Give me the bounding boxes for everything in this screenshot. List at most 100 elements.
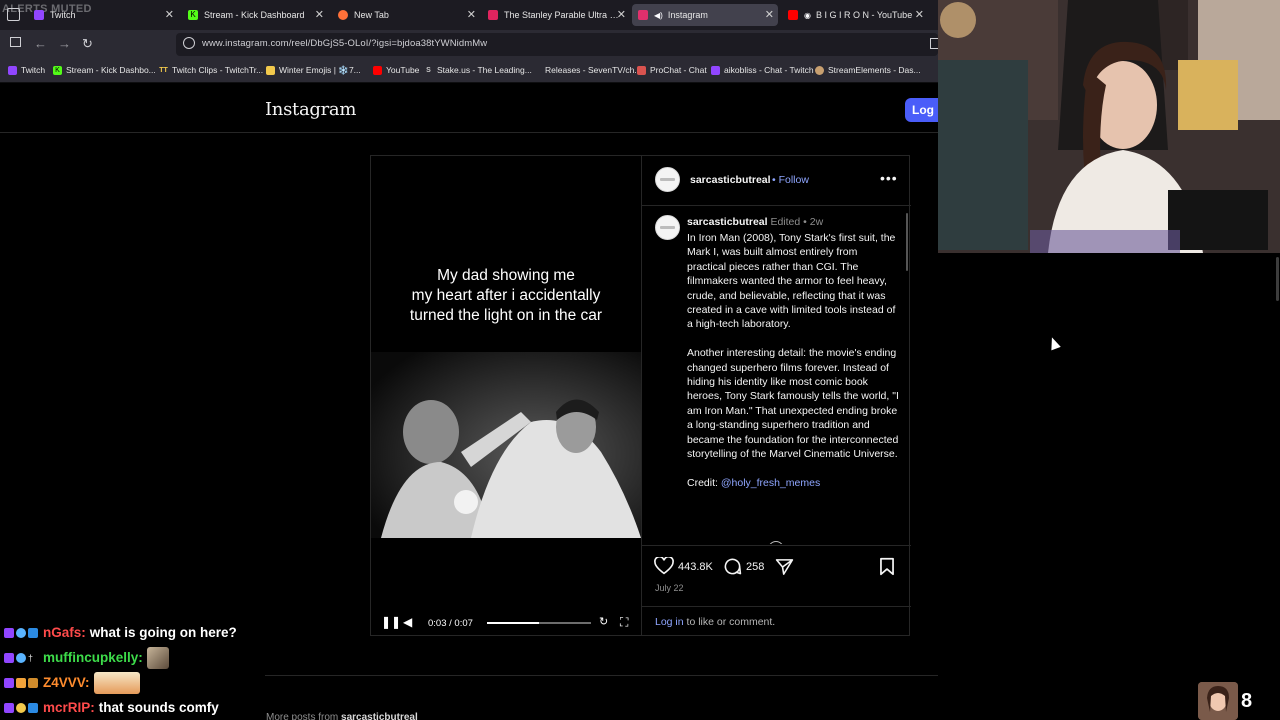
caption-avatar[interactable]	[655, 215, 680, 240]
divider	[642, 606, 911, 607]
author-username[interactable]: sarcasticbutreal	[690, 174, 771, 186]
tab-twitch[interactable]: Twitch ✕	[28, 4, 178, 26]
back-arrow-icon[interactable]: ←	[34, 36, 47, 51]
bookmark-aikobliss-chat[interactable]: aikobliss - Chat - Twitch	[711, 65, 814, 75]
video-progress-fill	[487, 622, 539, 624]
tab-list-icon[interactable]	[7, 8, 20, 21]
tab-instagram[interactable]: ◀) Instagram ✕	[632, 4, 778, 26]
speaker-icon[interactable]: ◀)	[654, 11, 663, 20]
webcam-feed	[938, 0, 1280, 253]
bits-badge-icon	[16, 702, 26, 713]
bookmark-label: Releases - SevenTV/ch...	[545, 65, 642, 75]
extensions-icon[interactable]	[930, 38, 938, 49]
video-frame-image	[371, 352, 641, 538]
instagram-header: Instagram Log	[0, 84, 945, 133]
emote-image	[93, 671, 140, 694]
twitch-icon	[711, 65, 720, 75]
author-avatar[interactable]	[655, 167, 680, 192]
replay-icon[interactable]: ↻	[599, 615, 608, 628]
webcam-image	[938, 0, 1280, 253]
tab-youtube-big-iron[interactable]: ◉ B I G I R O N - YouTube ✕	[782, 4, 928, 26]
bookmark-icon[interactable]	[879, 557, 895, 576]
forward-arrow-icon[interactable]: →	[58, 36, 71, 51]
post-date: July 22	[655, 583, 684, 593]
reel-video[interactable]: My dad showing me my heart after i accid…	[371, 156, 641, 635]
close-icon[interactable]: ✕	[165, 8, 174, 21]
tab-kick-dashboard[interactable]: K Stream - Kick Dashboard ✕	[182, 4, 328, 26]
login-link[interactable]: Log in	[655, 616, 684, 628]
close-icon[interactable]: ✕	[915, 8, 924, 21]
more-posts-username[interactable]: sarcasticbutreal	[341, 712, 418, 720]
youtube-favicon-icon	[488, 10, 498, 20]
playing-icon[interactable]: ◉	[804, 11, 811, 20]
close-icon[interactable]: ✕	[617, 8, 626, 21]
loading-icon	[768, 541, 784, 544]
prochat-icon	[637, 65, 646, 75]
bookmark-stake[interactable]: S Stake.us - The Leading...	[424, 65, 532, 75]
follow-button[interactable]: • Follow	[772, 174, 809, 186]
bookmark-seventv-releases[interactable]: Releases - SevenTV/ch...	[532, 65, 641, 75]
reload-icon[interactable]: ↻	[82, 36, 93, 52]
stream-background	[938, 253, 1280, 720]
streamelements-icon	[815, 65, 824, 75]
comment-icon[interactable]	[723, 557, 742, 576]
emote-image	[146, 646, 169, 669]
bookmark-twitch[interactable]: Twitch	[8, 65, 45, 75]
chat-username: Z4VVV:	[43, 675, 90, 690]
caption-meta: sarcasticbutreal Edited • 2w	[687, 216, 824, 228]
caption-line: my heart after i accidentally	[411, 287, 601, 304]
stream-chat-overlay: nGafs: what is going on here? † muffincu…	[4, 620, 304, 720]
caption-username[interactable]: sarcasticbutreal	[687, 216, 768, 228]
post-side-panel: sarcasticbutreal • Follow ••• sarcasticb…	[641, 156, 911, 635]
credit-link[interactable]: @holy_fresh_memes	[721, 477, 820, 489]
close-icon[interactable]: ✕	[467, 8, 476, 21]
bookmark-twitch-clips[interactable]: TT Twitch Clips - TwitchTr...	[159, 65, 263, 75]
heart-icon[interactable]	[654, 557, 674, 575]
fullscreen-icon[interactable]: ⛶	[620, 615, 628, 630]
bookmark-youtube[interactable]: YouTube	[373, 65, 419, 75]
twitch-badge-icon	[4, 702, 14, 713]
streamer-avatar	[1198, 682, 1238, 720]
tab-title: Instagram	[667, 10, 708, 20]
video-progress-bar[interactable]	[487, 622, 591, 624]
page-scrollbar[interactable]	[1276, 257, 1279, 301]
more-options-icon[interactable]: •••	[880, 170, 898, 186]
chat-text: what is going on here?	[89, 625, 237, 640]
sidebar-toggle-icon[interactable]	[10, 37, 21, 47]
folder-icon	[266, 66, 275, 75]
bookmark-label: Stake.us - The Leading...	[437, 65, 532, 75]
bookmark-label: YouTube	[386, 65, 420, 75]
bookmark-streamelements[interactable]: StreamElements - Das...	[815, 65, 921, 75]
share-icon[interactable]	[775, 558, 794, 576]
post-header: sarcasticbutreal • Follow •••	[642, 156, 911, 206]
github-icon	[532, 66, 541, 75]
pause-icon[interactable]: ❚❚	[381, 615, 401, 629]
tab-title: B I G I R O N - YouTube	[815, 10, 913, 20]
site-info-icon[interactable]	[183, 37, 195, 49]
volume-icon[interactable]: ◀	[403, 615, 412, 629]
tab-new-tab[interactable]: New Tab ✕	[332, 4, 480, 26]
address-bar[interactable]: www.instagram.com/reel/DbGjS5-OLoI/?igsi…	[176, 33, 938, 56]
chat-username: nGafs:	[43, 625, 86, 640]
kick-icon: K	[53, 65, 62, 75]
tab-title: New Tab	[354, 10, 389, 20]
twitchtracker-icon: TT	[159, 66, 168, 74]
edited-label: Edited	[770, 216, 801, 228]
chat-username: muffincupkelly:	[43, 650, 143, 665]
url-text[interactable]: www.instagram.com/reel/DbGjS5-OLoI/?igsi…	[202, 38, 487, 49]
bookmark-winter-emojis[interactable]: Winter Emojis | ❄️7...	[266, 65, 361, 76]
comment-count: 258	[746, 561, 765, 573]
viewer-counter: 8	[1198, 682, 1252, 720]
bookmark-label: Winter Emojis | ❄️7...	[279, 65, 361, 75]
bookmark-prochat[interactable]: ProChat - Chat	[637, 65, 707, 75]
tab-bar: ALERTS MUTED Twitch ✕ K Stream - Kick Da…	[0, 0, 938, 30]
instagram-favicon-icon	[638, 10, 648, 20]
close-icon[interactable]: ✕	[765, 8, 774, 21]
twitch-favicon-icon	[34, 10, 44, 20]
caption-scrollbar[interactable]	[906, 213, 908, 271]
bookmark-kick-dashboard[interactable]: K Stream - Kick Dashbo...	[53, 65, 156, 75]
tab-stanley-parable[interactable]: The Stanley Parable Ultra Delux ✕	[482, 4, 630, 26]
close-icon[interactable]: ✕	[315, 8, 324, 21]
twitch-badge-icon	[4, 627, 14, 638]
instagram-logo[interactable]: Instagram	[265, 99, 356, 120]
